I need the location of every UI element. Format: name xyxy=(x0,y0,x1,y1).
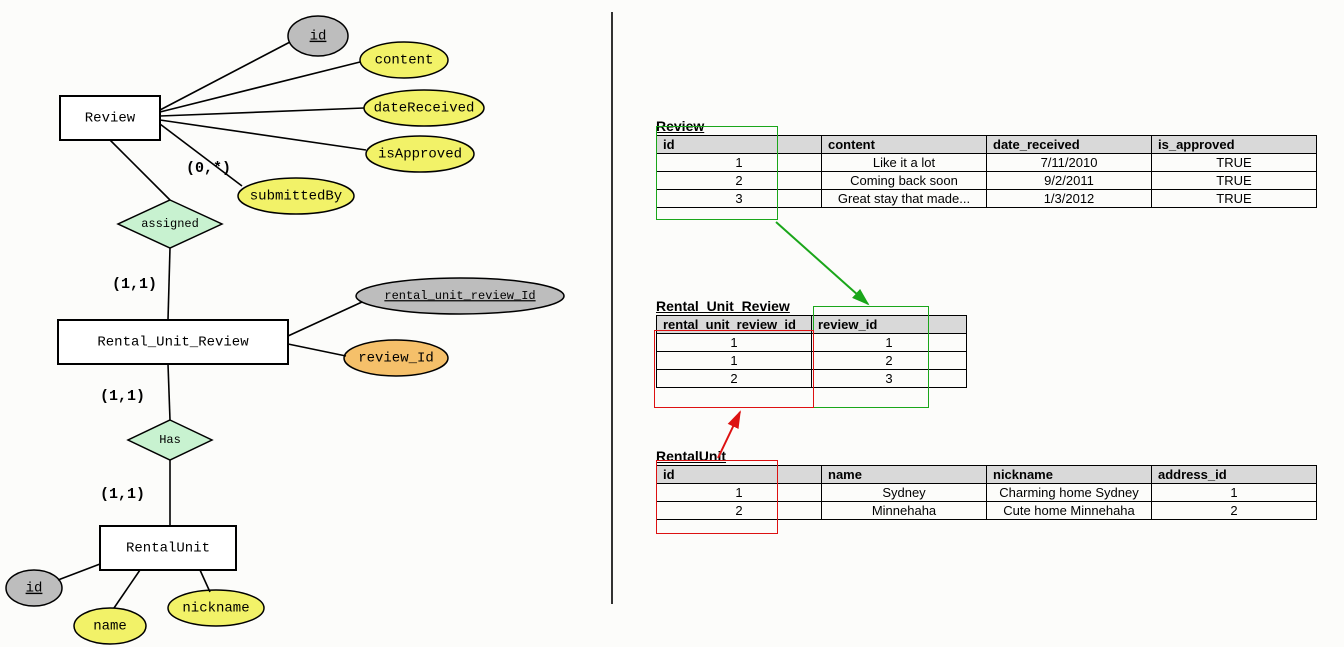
attr-nickname-label: nickname xyxy=(182,601,249,617)
table-row: 3Great stay that made...1/3/2012TRUE xyxy=(657,190,1317,208)
card-rur-has: (1,1) xyxy=(100,388,145,405)
table-cell: TRUE xyxy=(1152,172,1317,190)
table-rental-unit-title: RentalUnit xyxy=(656,448,1317,464)
attr-is-approved-label: isApproved xyxy=(378,147,462,163)
table-cell: 2 xyxy=(1152,502,1317,520)
attr-rur-id-label: rental_unit_review_Id xyxy=(384,289,535,303)
table-cell: Sydney xyxy=(822,484,987,502)
table-cell: Charming home Sydney xyxy=(987,484,1152,502)
table-cell: 2 xyxy=(657,502,822,520)
table-review-title: Review xyxy=(656,118,1317,134)
col-header: content xyxy=(822,136,987,154)
table-cell: 7/11/2010 xyxy=(987,154,1152,172)
table-cell: TRUE xyxy=(1152,190,1317,208)
entity-review-label: Review xyxy=(85,111,136,127)
col-header: review_id xyxy=(812,316,967,334)
attr-id-ru-label: id xyxy=(26,581,43,597)
table-rental-unit-wrap: RentalUnit idnamenicknameaddress_id1Sydn… xyxy=(656,448,1317,520)
table-rental-unit: idnamenicknameaddress_id1SydneyCharming … xyxy=(656,465,1317,520)
col-header: nickname xyxy=(987,466,1152,484)
table-cell: Coming back soon xyxy=(822,172,987,190)
table-row: 2Coming back soon9/2/2011TRUE xyxy=(657,172,1317,190)
col-header: id xyxy=(657,466,822,484)
table-cell: 1 xyxy=(1152,484,1317,502)
table-cell: Great stay that made... xyxy=(822,190,987,208)
table-row: 23 xyxy=(657,370,967,388)
table-cell: 1 xyxy=(657,334,812,352)
table-cell: Minnehaha xyxy=(822,502,987,520)
col-header: address_id xyxy=(1152,466,1317,484)
attr-id-review-label: id xyxy=(310,29,327,45)
col-header: is_approved xyxy=(1152,136,1317,154)
table-cell: 3 xyxy=(657,190,822,208)
col-header: id xyxy=(657,136,822,154)
attr-name-label: name xyxy=(93,619,127,635)
table-cell: 2 xyxy=(812,352,967,370)
col-header: name xyxy=(822,466,987,484)
table-rur-wrap: Rental_Unit_Review rental_unit_review_id… xyxy=(656,298,967,388)
table-cell: 1 xyxy=(657,484,822,502)
table-cell: 1 xyxy=(812,334,967,352)
col-header: rental_unit_review_id xyxy=(657,316,812,334)
table-cell: 2 xyxy=(657,172,822,190)
rel-assigned-label: assigned xyxy=(141,217,199,231)
table-row: 12 xyxy=(657,352,967,370)
table-rur-title: Rental_Unit_Review xyxy=(656,298,967,314)
table-row: 1SydneyCharming home Sydney1 xyxy=(657,484,1317,502)
table-cell: 1 xyxy=(657,352,812,370)
table-row: 2MinnehahaCute home Minnehaha2 xyxy=(657,502,1317,520)
table-cell: 1/3/2012 xyxy=(987,190,1152,208)
table-cell: 1 xyxy=(657,154,822,172)
rel-has-label: Has xyxy=(159,433,181,447)
table-cell: TRUE xyxy=(1152,154,1317,172)
entity-rur-label: Rental_Unit_Review xyxy=(97,335,249,351)
card-has-rental: (1,1) xyxy=(100,486,145,503)
attr-review-id-label: review_Id xyxy=(358,351,434,367)
table-cell: 9/2/2011 xyxy=(987,172,1152,190)
card-review-assigned: (0,*) xyxy=(186,160,231,177)
table-cell: 3 xyxy=(812,370,967,388)
attr-date-received-label: dateReceived xyxy=(374,101,475,117)
table-cell: Cute home Minnehaha xyxy=(987,502,1152,520)
table-row: 11 xyxy=(657,334,967,352)
table-review: idcontentdate_receivedis_approved1Like i… xyxy=(656,135,1317,208)
table-cell: Like it a lot xyxy=(822,154,987,172)
attr-submitted-by-label: submittedBy xyxy=(250,189,342,205)
attr-content-label: content xyxy=(375,53,434,69)
entity-rental-unit-label: RentalUnit xyxy=(126,541,210,557)
col-header: date_received xyxy=(987,136,1152,154)
card-assigned-rur: (1,1) xyxy=(112,276,157,293)
table-review-wrap: Review idcontentdate_receivedis_approved… xyxy=(656,118,1317,208)
table-rur: rental_unit_review_idreview_id111223 xyxy=(656,315,967,388)
table-cell: 2 xyxy=(657,370,812,388)
table-row: 1Like it a lot7/11/2010TRUE xyxy=(657,154,1317,172)
